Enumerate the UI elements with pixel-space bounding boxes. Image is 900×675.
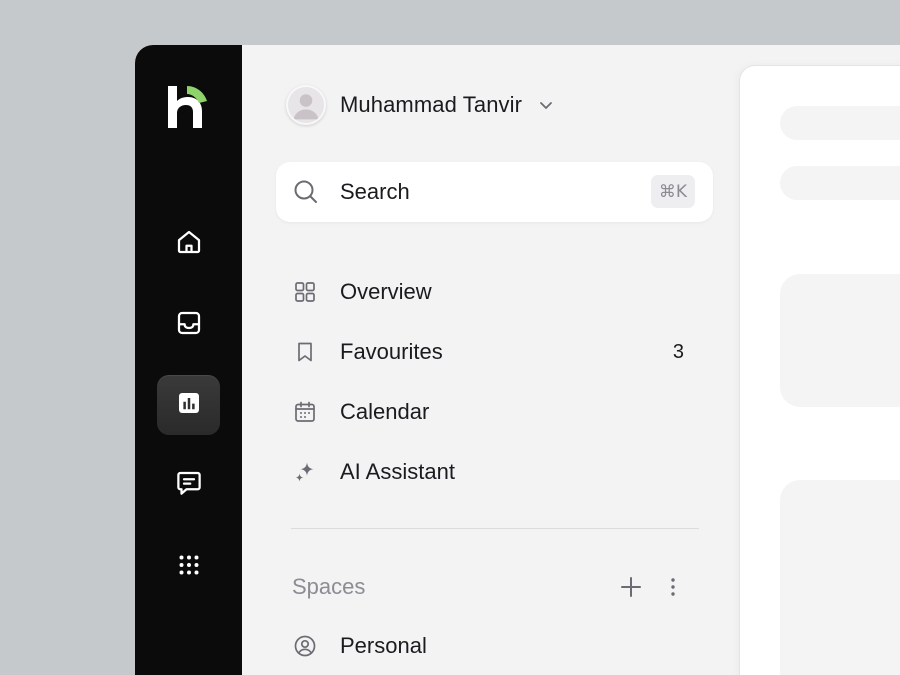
nav-item-ai-assistant[interactable]: AI Assistant [292,452,692,492]
rail-inbox-button[interactable] [157,295,220,355]
chevron-down-icon [536,95,556,115]
navigation-panel: Muhammad Tanvir Search ⌘K Overview Favou… [242,45,739,675]
sparkle-icon [292,459,318,485]
calendar-icon [292,399,318,425]
user-switcher[interactable]: Muhammad Tanvir [286,85,556,125]
nav-item-favourites[interactable]: Favourites 3 [292,332,692,372]
app-logo[interactable] [167,85,211,129]
inbox-icon [174,308,204,343]
chat-icon [174,468,204,503]
space-item-label: Personal [340,633,427,658]
main-content-card [739,65,900,675]
nav-item-label: Favourites [340,339,443,364]
apps-grid-icon [174,550,204,585]
bookmark-icon [292,339,318,365]
rail-analytics-button[interactable] [157,375,220,435]
more-vertical-icon[interactable] [660,574,686,600]
nav-item-label: Calendar [340,399,430,424]
spaces-header: Spaces [292,567,692,607]
app-window: Muhammad Tanvir Search ⌘K Overview Favou… [135,45,900,675]
user-circle-icon [292,633,318,659]
nav-item-label: Overview [340,279,432,304]
user-name: Muhammad Tanvir [340,92,523,117]
rail-messages-button[interactable] [157,455,220,515]
rail-home-button[interactable] [157,214,220,274]
search-label: Search [340,179,410,204]
space-item-personal[interactable]: Personal [292,626,692,666]
home-icon [174,227,204,262]
nav-item-label: AI Assistant [340,459,455,484]
chart-icon [174,388,204,423]
nav-item-overview[interactable]: Overview [292,272,692,312]
avatar [286,85,326,125]
divider [291,528,699,529]
nav-item-calendar[interactable]: Calendar [292,392,692,432]
spaces-title: Spaces [292,574,366,599]
skeleton-card [780,480,900,675]
skeleton-card [780,274,900,407]
search-bar[interactable]: Search ⌘K [276,162,713,222]
plus-icon[interactable] [618,574,644,600]
search-icon [292,178,320,206]
skeleton-line [780,166,900,200]
rail-apps-button[interactable] [157,537,220,597]
favourites-count-badge: 3 [672,340,684,363]
search-shortcut-badge: ⌘K [650,175,695,208]
sidebar-rail [135,45,242,675]
skeleton-line [780,106,900,140]
grid-icon [292,279,318,305]
